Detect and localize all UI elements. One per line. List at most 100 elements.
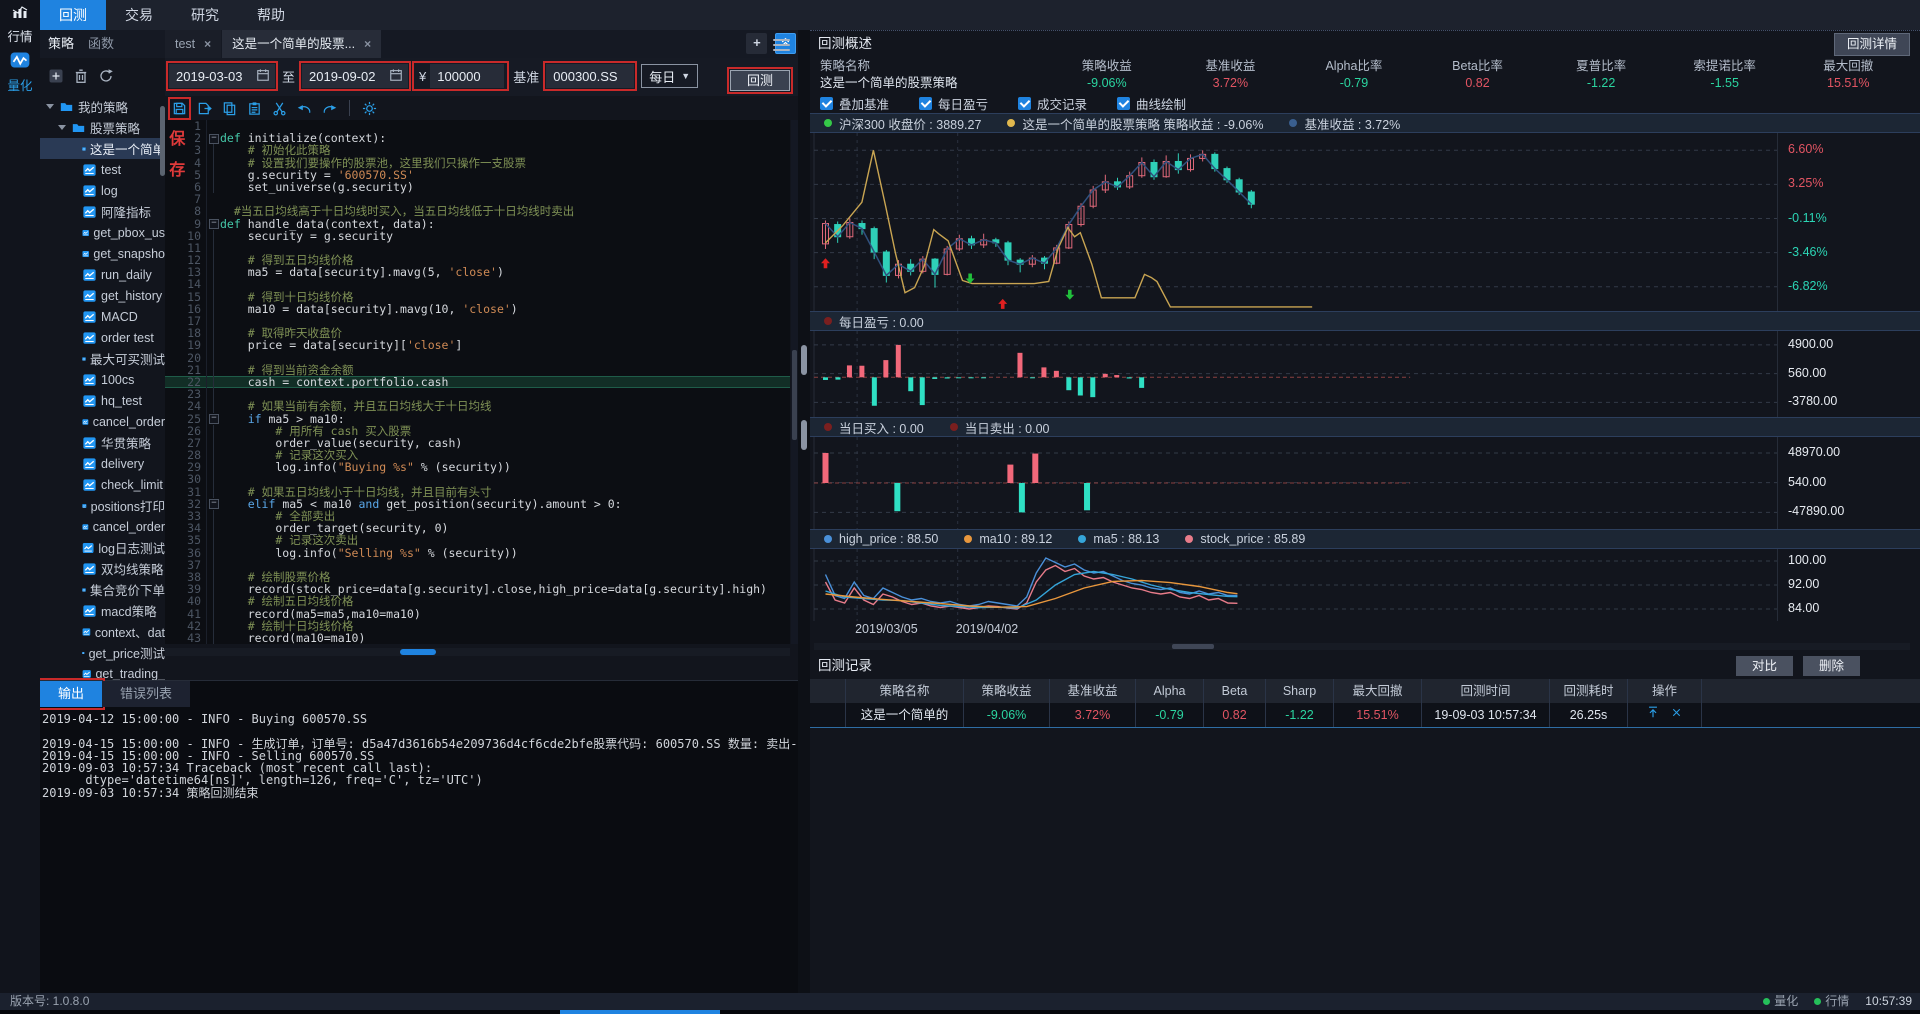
legend-item[interactable]: 基准收益 : 3.72%	[1289, 114, 1400, 133]
tree-item-strategy[interactable]: delivery	[40, 453, 165, 474]
code-line[interactable]: 41 record(ma5=ma5,ma10=ma10)	[165, 608, 790, 620]
menu-icon[interactable]	[773, 36, 790, 54]
delete-button[interactable]: 删除	[1803, 656, 1860, 676]
code-line[interactable]: 29 log.info("Buying %s" % (security))	[165, 461, 790, 473]
tree-item-strategy[interactable]: get_pbox_us	[40, 222, 165, 243]
run-backtest-button[interactable]: 回测	[730, 70, 790, 91]
close-tab-icon[interactable]: ×	[204, 37, 211, 51]
charts-hscrollbar[interactable]	[814, 643, 1910, 650]
tree-item-strategy[interactable]: 阿隆指标	[40, 201, 165, 222]
tree-item-strategy[interactable]: hq_test	[40, 390, 165, 411]
chart-option-成交记录[interactable]: 成交记录	[1018, 94, 1087, 113]
tree-item-strategy[interactable]: get_history	[40, 285, 165, 306]
tree-item-strategy[interactable]: 集合竞价下单	[40, 579, 165, 600]
editor-vscrollbar[interactable]	[791, 120, 798, 644]
add-tab-button[interactable]: +	[746, 33, 767, 54]
pin-top-button[interactable]	[1646, 703, 1660, 727]
save-button[interactable]	[171, 100, 188, 117]
expand-arrow-icon[interactable]	[58, 125, 66, 130]
tree-item-strategy[interactable]: 最大可买测试	[40, 348, 165, 369]
code-line[interactable]: 8 #当五日均线高于十日均线时买入，当五日均线低于十日均线时卖出	[165, 205, 790, 217]
export-button[interactable]	[196, 100, 213, 117]
code-editor[interactable]: 保存 12−def initialize(context):3 # 初始化此策略…	[165, 120, 790, 644]
chart-line[interactable]: 100.0092.0084.00	[810, 549, 1920, 621]
chart-option-叠加基准[interactable]: 叠加基准	[820, 94, 889, 113]
code-line[interactable]: 24 # 如果当前有余额，并且五日均线大于十日均线	[165, 400, 790, 412]
code-line[interactable]: 14	[165, 278, 790, 290]
legend-item[interactable]: 当日买入 : 0.00	[824, 418, 924, 437]
rail-item-market[interactable]: 行情	[0, 0, 40, 45]
checkbox-checked-icon[interactable]	[1117, 97, 1130, 110]
code-line[interactable]: 40 # 绘制五日均线价格	[165, 595, 790, 607]
paste-button[interactable]	[246, 100, 263, 117]
row-checkbox[interactable]	[810, 703, 846, 727]
menu-tab-回测[interactable]: 回测	[40, 0, 106, 30]
header-checkbox[interactable]	[810, 679, 846, 703]
capital-input[interactable]	[435, 68, 499, 85]
code-line[interactable]: 3 # 初始化此策略	[165, 144, 790, 156]
fold-gutter[interactable]: −	[207, 498, 220, 510]
copy-button[interactable]	[221, 100, 238, 117]
fold-marker-icon[interactable]: −	[209, 134, 219, 144]
code-line[interactable]: 4 # 设置我们要操作的股票池，这里我们只操作一支股票	[165, 157, 790, 169]
fold-marker-icon[interactable]: −	[209, 414, 219, 424]
fold-gutter[interactable]: −	[207, 413, 220, 425]
tree-item-strategy[interactable]: run_daily	[40, 264, 165, 285]
start-date-input[interactable]	[174, 68, 252, 85]
code-line[interactable]: 31 # 如果五日均线小于十日均线，并且目前有头寸	[165, 486, 790, 498]
tree-item-strategy[interactable]: cancel_order	[40, 411, 165, 432]
add-strategy-button[interactable]	[48, 68, 64, 87]
tree-item-strategy[interactable]: get_snapsho	[40, 243, 165, 264]
expand-arrow-icon[interactable]	[46, 104, 54, 109]
tree-item-strategy[interactable]: cancel_order	[40, 516, 165, 537]
menu-tab-研究[interactable]: 研究	[172, 0, 238, 30]
legend-item[interactable]: ma5 : 88.13	[1078, 532, 1159, 546]
code-line[interactable]: 15 # 得到十日均线价格	[165, 291, 790, 303]
code-line[interactable]: 13 ma5 = data[security].mavg(5, 'close')	[165, 266, 790, 278]
start-date-field[interactable]	[169, 64, 275, 88]
checkbox-checked-icon[interactable]	[820, 97, 833, 110]
chart-option-每日盈亏[interactable]: 每日盈亏	[919, 94, 988, 113]
bottom-scroll-thumb[interactable]	[560, 1010, 720, 1014]
table-row[interactable]: 这是一个简单的-9.06%3.72%-0.790.82-1.2215.51%19…	[810, 703, 1920, 728]
tree-item-strategy[interactable]: order test	[40, 327, 165, 348]
settings-button[interactable]	[361, 100, 378, 117]
editor-tab[interactable]: test×	[165, 30, 221, 58]
trash-strategy-button[interactable]	[73, 68, 89, 87]
end-date-input[interactable]	[307, 68, 385, 85]
fold-marker-icon[interactable]: −	[209, 499, 219, 509]
capital-field[interactable]: ¥	[415, 64, 506, 88]
fold-gutter[interactable]: −	[207, 218, 220, 230]
close-tab-icon[interactable]: ×	[364, 37, 371, 51]
checkbox-checked-icon[interactable]	[919, 97, 932, 110]
sidebar-tab-策略[interactable]: 策略	[48, 30, 74, 58]
tree-item-strategy[interactable]: get_price测试	[40, 642, 165, 663]
code-line[interactable]: 19 price = data[security]['close']	[165, 339, 790, 351]
code-line[interactable]: 16 ma10 = data[security].mavg(10, 'close…	[165, 303, 790, 315]
benchmark-field[interactable]	[546, 64, 634, 88]
benchmark-input[interactable]	[551, 68, 629, 85]
tree-item-strategy[interactable]: log日志测试	[40, 537, 165, 558]
legend-item[interactable]: 当日卖出 : 0.00	[950, 418, 1050, 437]
legend-item[interactable]: ma10 : 89.12	[964, 532, 1052, 546]
checkbox-checked-icon[interactable]	[1018, 97, 1031, 110]
chart-candlestick[interactable]: 6.60%3.25%-0.11%-3.46%-6.82%	[810, 133, 1920, 311]
tree-item-strategy[interactable]: log	[40, 180, 165, 201]
menu-tab-帮助[interactable]: 帮助	[238, 0, 304, 30]
code-line[interactable]: 6 set_universe(g.security)	[165, 181, 790, 193]
code-line[interactable]: 25− if ma5 > ma10:	[165, 413, 790, 425]
code-line[interactable]: 36 log.info("Selling %s" % (security))	[165, 547, 790, 559]
tree-item-strategy[interactable]: check_limit	[40, 474, 165, 495]
legend-item[interactable]: stock_price : 85.89	[1185, 532, 1305, 546]
fold-gutter[interactable]: −	[207, 132, 220, 144]
tree-folder-stock[interactable]: 股票策略	[40, 117, 165, 138]
code-line[interactable]: 10 security = g.security	[165, 230, 790, 242]
sidebar-tab-函数[interactable]: 函数	[88, 30, 114, 58]
code-line[interactable]: 30	[165, 473, 790, 485]
calendar-icon[interactable]	[256, 68, 270, 85]
legend-item[interactable]: 这是一个简单的股票策略 策略收益 : -9.06%	[1007, 114, 1263, 133]
tree-item-strategy[interactable]: MACD	[40, 306, 165, 327]
tree-item-strategy[interactable]: positions打印	[40, 495, 165, 516]
delete-record-button[interactable]	[1670, 703, 1683, 727]
legend-item[interactable]: 每日盈亏 : 0.00	[824, 312, 924, 331]
